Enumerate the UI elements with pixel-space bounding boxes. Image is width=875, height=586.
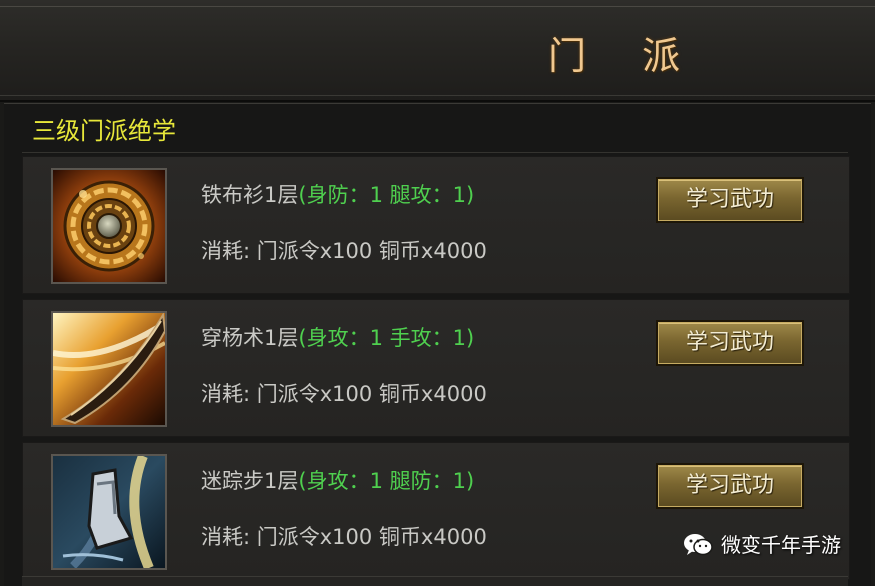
learn-skill-button[interactable]: 学习武功 — [656, 320, 804, 366]
wechat-icon — [684, 534, 713, 556]
watermark: 微变千年手游 — [683, 529, 841, 561]
skill-title: 穿杨术1层(身攻：1 手攻：1) — [201, 320, 474, 356]
skill-stats: (身攻：1 手攻：1) — [298, 326, 475, 350]
skill-cost: 消耗: 门派令x100 铜币x4000 — [201, 239, 487, 263]
skill-title: 迷踪步1层(身攻：1 腿防：1) — [201, 463, 474, 499]
blade-slash-icon — [51, 311, 167, 427]
skill-row: 穿杨术1层(身攻：1 手攻：1) 消耗: 门派令x100 铜币x4000 学习武… — [22, 299, 850, 437]
title-bar-top-line — [0, 6, 875, 7]
watermark-text: 微变千年手游 — [721, 533, 841, 557]
skill-name: 铁布衫1层 — [201, 183, 299, 207]
skill-name: 穿杨术1层 — [201, 326, 299, 350]
title-bar: 门 派 — [0, 0, 875, 102]
boot-swirl-icon — [51, 454, 167, 570]
skill-name: 迷踪步1层 — [201, 469, 299, 493]
golden-disc-icon — [51, 168, 167, 284]
skill-stats: (身攻：1 腿防：1) — [298, 469, 475, 493]
learn-skill-button[interactable]: 学习武功 — [656, 463, 804, 509]
section-divider — [22, 152, 848, 153]
title-bar-bottom-line — [0, 95, 875, 96]
learn-skill-button[interactable]: 学习武功 — [656, 177, 804, 223]
skill-title: 铁布衫1层(身防：1 腿攻：1) — [201, 177, 474, 213]
skill-cost: 消耗: 门派令x100 铜币x4000 — [201, 525, 487, 549]
skill-cost: 消耗: 门派令x100 铜币x4000 — [201, 382, 487, 406]
skill-stats: (身防：1 腿攻：1) — [298, 183, 475, 207]
section-title: 三级门派绝学 — [32, 117, 176, 145]
window-title: 门 派 — [548, 34, 703, 78]
skill-row: 铁布衫1层(身防：1 腿攻：1) 消耗: 门派令x100 铜币x4000 学习武… — [22, 156, 850, 294]
